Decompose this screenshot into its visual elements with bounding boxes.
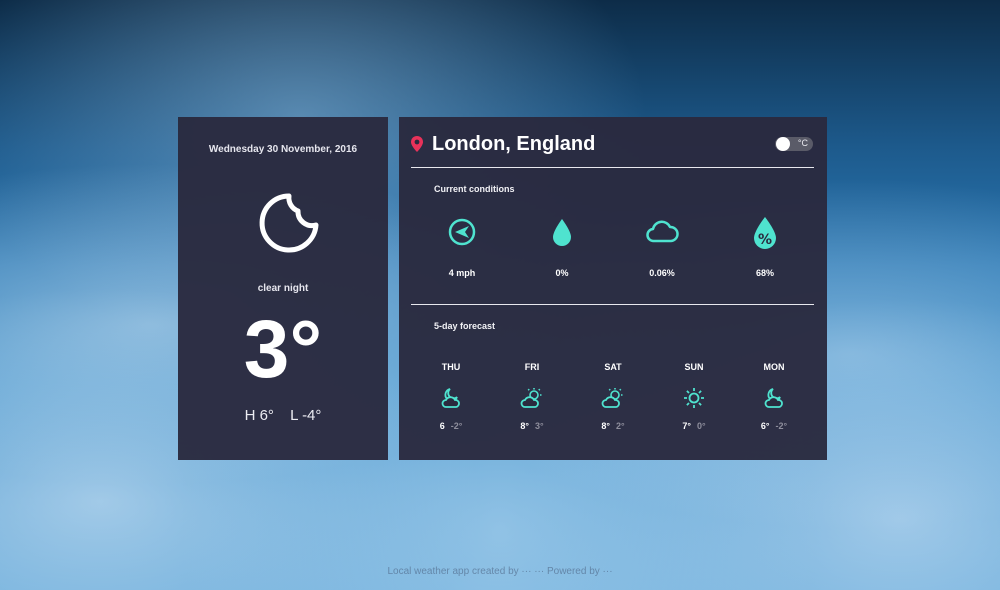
forecast-day: FRI 8° 3° <box>507 362 557 431</box>
forecast-day: SUN 7° 0° <box>669 362 719 431</box>
day-low: 2° <box>616 421 625 431</box>
high-temp: H 6° <box>244 407 274 424</box>
day-temps: 6° -2° <box>749 421 799 431</box>
day-name: SUN <box>684 362 704 372</box>
divider-top <box>411 167 814 168</box>
location-pin-icon <box>411 136 423 152</box>
footer-credit: Local weather app created by ··· ··· Pow… <box>387 566 613 577</box>
summary-label: clear night <box>257 283 309 294</box>
day-temps: 8° 3° <box>507 421 557 431</box>
toggle-knob <box>776 137 790 151</box>
day-temps: 7° 0° <box>669 421 719 431</box>
precipitation-condition: 0% <box>532 215 592 278</box>
unit-toggle[interactable]: °C <box>775 137 813 151</box>
cloud-condition: 0.06% <box>632 215 692 278</box>
svg-text:%: % <box>758 232 772 248</box>
day-low: -2° <box>450 421 463 431</box>
forecast-day: THU 6 -2° <box>426 362 476 431</box>
day-temps: 8° 2° <box>588 421 638 431</box>
location-name: London, England <box>432 132 596 155</box>
divider-mid <box>411 304 814 305</box>
day-high: 8° <box>520 421 529 431</box>
humidity-condition: % 68% <box>735 215 795 278</box>
cloud-value: 0.06% <box>649 268 675 278</box>
day-low: -2° <box>775 421 788 431</box>
today-card: Wednesday 30 November, 2016 clear night … <box>178 117 388 460</box>
details-card: London, England °C Current conditions 4 … <box>399 117 827 460</box>
day-name: MON <box>763 362 785 372</box>
day-high: 8° <box>601 421 610 431</box>
partly-cloudy-night-icon <box>764 388 783 408</box>
location-header: London, England <box>410 129 595 159</box>
precipitation-value: 0% <box>555 268 569 278</box>
high-low: H 6° L -4° <box>178 407 388 424</box>
date-label: Wednesday 30 November, 2016 <box>208 144 358 155</box>
humidity-icon: % <box>754 217 776 249</box>
partly-cloudy-night-icon <box>441 388 460 408</box>
day-name: THU <box>441 362 461 372</box>
partly-cloudy-day-icon <box>601 388 623 408</box>
humidity-value: 68% <box>755 268 774 278</box>
day-temps: 6 -2° <box>426 421 476 431</box>
day-name: FRI <box>524 362 540 372</box>
wind-condition: 4 mph <box>432 215 492 278</box>
day-low: 0° <box>697 421 706 431</box>
current-temperature: 3° <box>243 304 323 395</box>
cloud-icon <box>646 220 679 243</box>
day-high: 6° <box>760 421 770 431</box>
forecast-title: 5-day forecast <box>434 321 496 331</box>
partly-cloudy-day-icon <box>520 388 542 408</box>
forecast-day: MON 6° -2° <box>749 362 799 431</box>
day-low: 3° <box>535 421 544 431</box>
unit-label: °C <box>797 138 808 148</box>
wind-value: 4 mph <box>448 268 476 278</box>
day-high: 7° <box>682 421 691 431</box>
wind-compass-icon <box>448 218 476 246</box>
forecast-day: SAT 8° 2° <box>588 362 638 431</box>
clear-night-moon-icon <box>259 193 319 253</box>
raindrop-icon <box>553 219 571 246</box>
day-name: SAT <box>604 362 622 372</box>
current-conditions-title: Current conditions <box>434 184 515 194</box>
low-temp: L -4° <box>290 407 322 424</box>
day-high: 6 <box>439 421 445 431</box>
sun-icon <box>684 388 704 408</box>
